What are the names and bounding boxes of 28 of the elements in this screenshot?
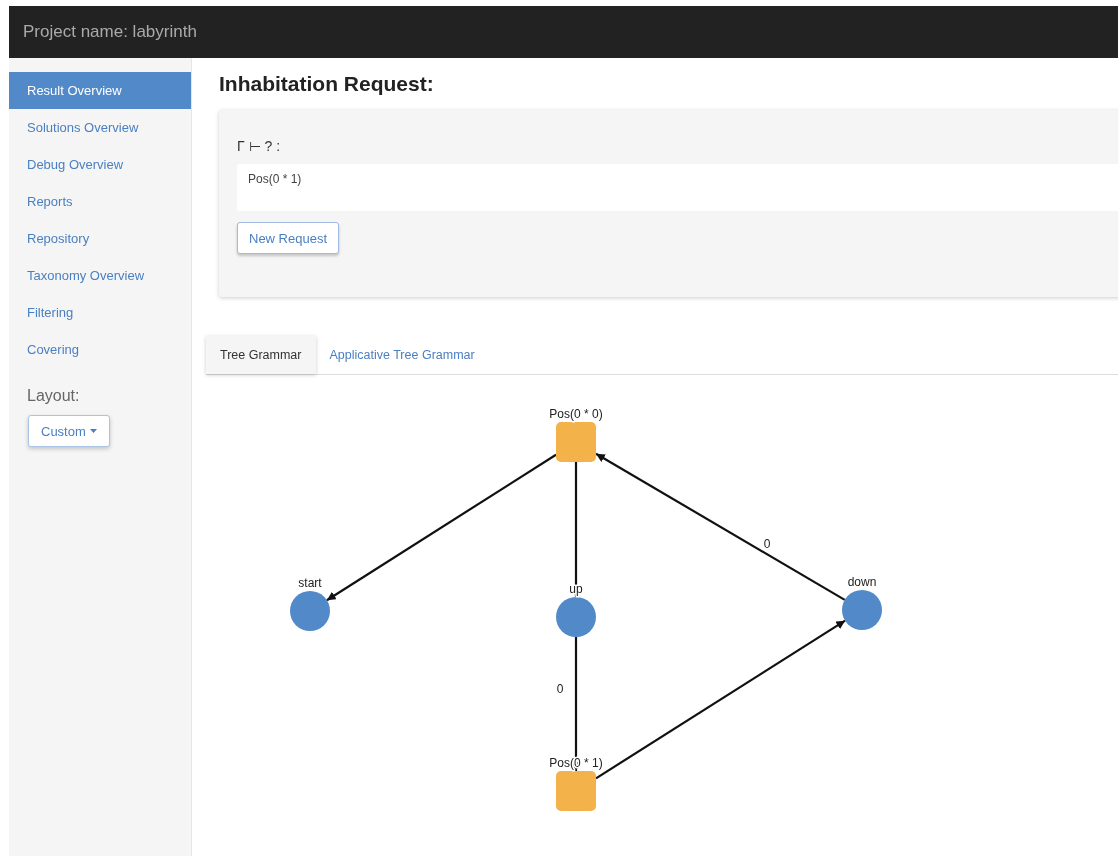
combinator-node[interactable]: [290, 591, 330, 631]
sidebar-item[interactable]: Filtering: [9, 294, 191, 331]
new-request-button[interactable]: New Request: [237, 222, 340, 254]
request-field[interactable]: Pos(0 * 1): [237, 164, 1118, 211]
tab[interactable]: Tree Grammar: [206, 336, 316, 374]
node-label: Pos(0 * 0): [549, 407, 603, 421]
layout-label: Layout:: [27, 387, 81, 405]
sidebar-item[interactable]: Debug Overview: [9, 146, 191, 183]
sidebar-item[interactable]: Solutions Overview: [9, 109, 191, 146]
type-node[interactable]: [556, 422, 596, 462]
sidebar-item[interactable]: Reports: [9, 183, 191, 220]
tab[interactable]: Applicative Tree Grammar: [315, 336, 489, 374]
type-node[interactable]: [556, 771, 596, 811]
node-label: start: [298, 576, 322, 590]
edge-label: 0: [556, 682, 564, 696]
node-label: down: [847, 575, 877, 589]
edge-label: 0: [763, 537, 771, 551]
combinator-node[interactable]: [556, 597, 596, 637]
combinator-node[interactable]: [842, 590, 882, 630]
request-label: Γ ⊢ ? :: [237, 138, 282, 156]
sidebar-item[interactable]: Result Overview: [9, 72, 191, 109]
sidebar-item[interactable]: Repository: [9, 220, 191, 257]
caret-icon: [89, 429, 97, 433]
page-heading: Inhabitation Request:: [219, 72, 435, 97]
sidebar-item[interactable]: Taxonomy Overview: [9, 257, 191, 294]
project-title: Project name: labyrinth: [23, 22, 197, 42]
sidebar-item[interactable]: Covering: [9, 331, 191, 368]
layout-dropdown[interactable]: Custom: [28, 415, 110, 447]
